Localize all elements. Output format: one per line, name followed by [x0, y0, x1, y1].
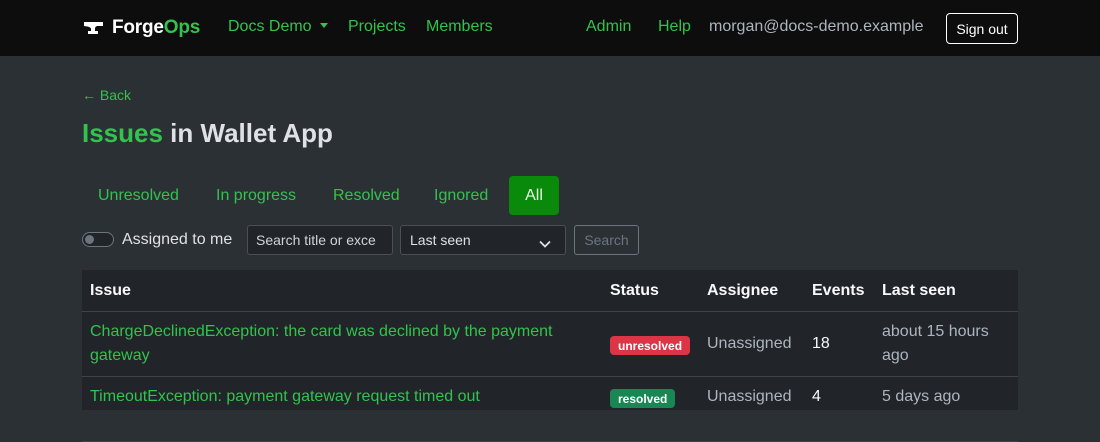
events-count: 18 — [812, 335, 830, 352]
assignee-value: Unassigned — [707, 388, 792, 405]
nav-admin[interactable]: Admin — [586, 18, 631, 36]
nav-projects[interactable]: Projects — [348, 18, 406, 36]
table-row[interactable]: TimeoutException: payment gateway reques… — [82, 377, 1018, 442]
brand-logo[interactable]: ForgeOps — [84, 16, 200, 40]
user-email: morgan@docs-demo.example — [709, 18, 924, 35]
brand-name-accent: Ops — [163, 17, 201, 38]
sign-out-button[interactable]: Sign out — [946, 13, 1018, 44]
last-seen-value: about 15 hours ago — [882, 323, 989, 364]
assigned-to-me-toggle[interactable] — [82, 232, 114, 247]
search-button[interactable]: Search — [574, 225, 639, 255]
issues-table: Issue Status Assignee Events Last seen C… — [82, 270, 1018, 442]
sort-select-value: Last seen — [410, 232, 471, 248]
nav-members[interactable]: Members — [426, 18, 493, 36]
status-badge: resolved — [610, 389, 676, 408]
tab-resolved[interactable]: Resolved — [317, 176, 416, 215]
toggle-knob — [85, 235, 94, 244]
anvil-icon — [84, 20, 104, 36]
page-title-highlight: Issues — [82, 118, 163, 148]
column-header-issue[interactable]: Issue — [90, 282, 131, 300]
events-count: 4 — [812, 388, 821, 405]
column-header-last-seen[interactable]: Last seen — [882, 282, 956, 300]
tab-in-progress[interactable]: In progress — [200, 176, 312, 215]
search-input[interactable] — [247, 225, 393, 255]
column-header-assignee[interactable]: Assignee — [707, 282, 778, 300]
caret-down-icon — [319, 23, 328, 28]
table-header: Issue Status Assignee Events Last seen — [82, 270, 1018, 312]
table-row[interactable]: ChargeDeclinedException: the card was de… — [82, 312, 1018, 377]
org-menu[interactable]: Docs Demo — [228, 18, 328, 36]
last-seen-value: 5 days ago — [882, 388, 961, 405]
sort-select[interactable]: Last seen — [400, 225, 566, 255]
assigned-to-me-label: Assigned to me — [122, 231, 233, 248]
column-header-events[interactable]: Events — [812, 282, 864, 300]
top-navbar: ForgeOps Docs Demo Projects Members Admi… — [0, 0, 1100, 56]
brand-name: Forge — [112, 17, 164, 38]
tab-unresolved[interactable]: Unresolved — [82, 176, 195, 215]
org-menu-label: Docs Demo — [228, 18, 312, 35]
tab-ignored[interactable]: Ignored — [418, 176, 504, 215]
status-badge: unresolved — [610, 336, 691, 355]
issue-title-link[interactable]: TimeoutException: payment gateway reques… — [90, 385, 600, 409]
issue-title-link[interactable]: ChargeDeclinedException: the card was de… — [90, 320, 600, 368]
page-title-project: in Wallet App — [162, 118, 333, 148]
back-link[interactable]: ← Back — [82, 87, 131, 103]
chevron-down-icon — [539, 235, 551, 251]
nav-help[interactable]: Help — [658, 18, 691, 36]
page-title: Issues in Wallet App — [82, 118, 333, 149]
column-header-status[interactable]: Status — [610, 282, 659, 300]
assignee-value: Unassigned — [707, 335, 792, 352]
tab-all[interactable]: All — [509, 176, 559, 215]
